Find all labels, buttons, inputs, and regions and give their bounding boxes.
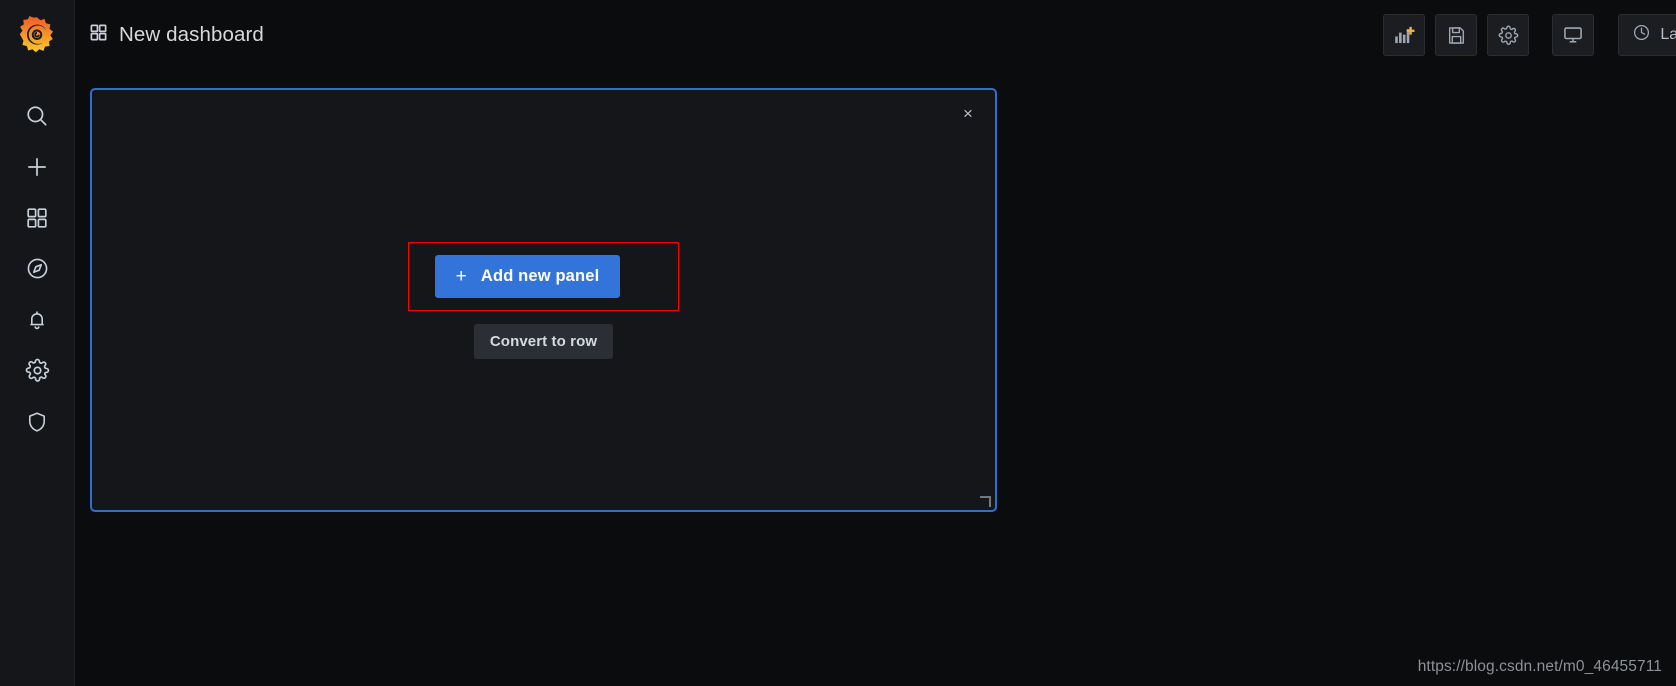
monitor-icon [1562,24,1584,46]
add-new-panel-button[interactable]: + Add new panel [434,254,621,298]
compass-icon [25,256,50,281]
time-range-picker[interactable]: Last 6 [1618,14,1676,56]
add-panel-button[interactable] [1383,14,1426,56]
top-navbar: New dashboard La [75,0,1676,70]
save-icon [1446,25,1467,46]
time-range-label: Last 6 [1660,26,1676,43]
apps-grid-icon [25,206,49,230]
empty-panel[interactable]: × + Add new panel Convert to row [90,88,997,512]
convert-to-row-button[interactable]: Convert to row [473,323,614,359]
sidebar-item-explore[interactable] [0,243,75,294]
dashboard-canvas: × + Add new panel Convert to row [75,70,1676,686]
topbar-actions: Last 6 [1383,14,1676,56]
sidebar-item-create[interactable] [0,141,75,192]
sidebar-item-dashboards[interactable] [0,192,75,243]
dashboard-settings-button[interactable] [1487,14,1530,56]
plus-icon: + [455,265,467,287]
grafana-logo[interactable] [0,0,75,70]
add-panel-annotation-box: + Add new panel [407,241,680,311]
breadcrumb: New dashboard [89,23,264,47]
add-panel-icon [1393,24,1415,46]
gear-icon [1498,25,1519,46]
grafana-dashboard-screen: New dashboard La × + Add new panel Conve… [0,0,1676,686]
shield-icon [25,410,49,434]
left-sidebar [0,0,75,686]
kiosk-mode-button[interactable] [1552,14,1595,56]
sidebar-item-alerting[interactable] [0,294,75,345]
clock-icon [1632,23,1651,47]
page-title: New dashboard [119,23,264,46]
panel-empty-state: + Add new panel Convert to row [92,90,995,510]
sidebar-item-configuration[interactable] [0,345,75,396]
search-icon [24,103,50,129]
bell-icon [25,308,49,332]
plus-icon [24,154,50,180]
apps-grid-icon [89,23,108,47]
watermark-url: https://blog.csdn.net/m0_46455711 [1417,658,1662,675]
grafana-logo-icon [18,16,56,54]
panel-resize-handle[interactable] [980,496,991,507]
save-dashboard-button[interactable] [1435,14,1478,56]
sidebar-item-server-admin[interactable] [0,396,75,447]
add-new-panel-label: Add new panel [480,266,600,285]
sidebar-item-search[interactable] [0,90,75,141]
gear-icon [25,358,50,383]
